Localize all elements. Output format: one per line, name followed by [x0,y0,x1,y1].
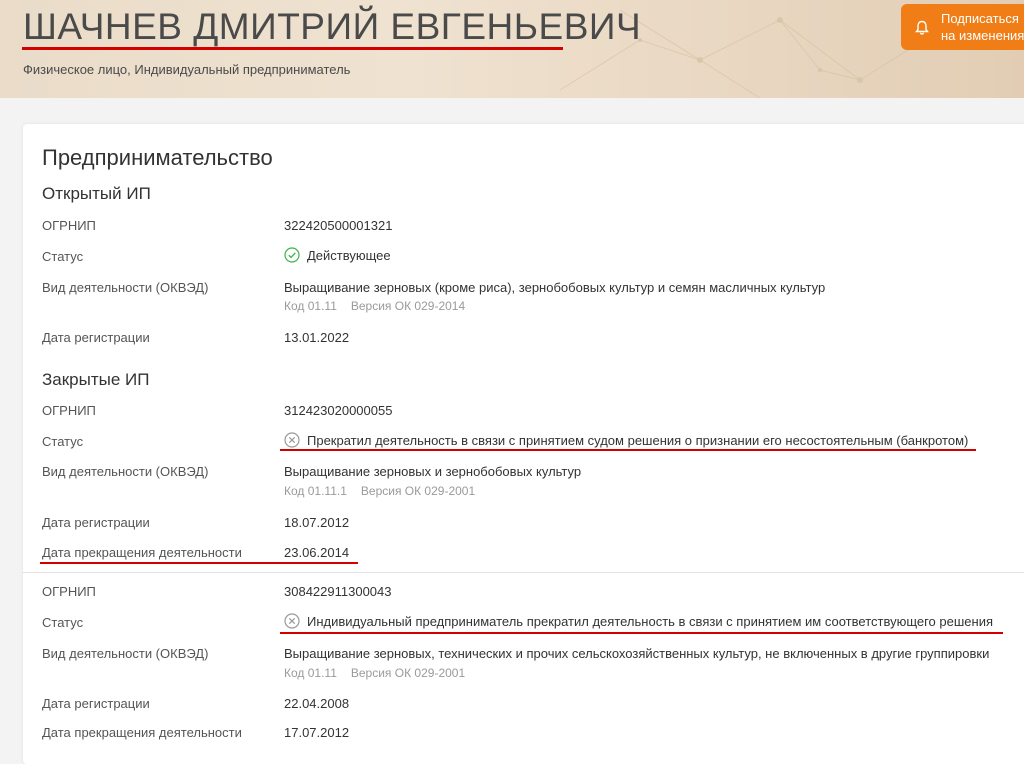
x-circle-icon [284,613,300,629]
person-name: ШАЧНЕВ ДМИТРИЙ ЕВГЕНЬЕВИЧ [23,6,642,47]
status-label: Статус [42,615,84,630]
status-value: Прекратил деятельность в связи с приняти… [284,432,968,448]
status-text: Действующее [307,247,391,263]
reg-date-label: Дата регистрации [42,696,150,711]
okved-meta: Код 01.11 Версия ОК 029-2001 [284,666,465,680]
okved-name: Выращивание зерновых (кроме риса), зерно… [284,280,826,295]
okved-code: Код 01.11.1 [284,484,347,498]
end-date-value: 23.06.2014 [284,545,350,560]
ogrnip-label: ОГРНИП [42,403,96,418]
okved-label: Вид деятельности (ОКВЭД) [42,464,209,479]
ogrnip-value: 312423020000055 [284,403,393,418]
ogrnip-label: ОГРНИП [42,218,96,233]
status-label: Статус [42,249,84,264]
status-value: Индивидуальный предприниматель прекратил… [284,613,993,629]
okved-version: Версия ОК 029-2001 [360,484,476,498]
reg-date-label: Дата регистрации [42,330,150,345]
check-circle-icon [284,247,300,263]
okved-name: Выращивание зерновых, технических и проч… [284,646,990,661]
reg-date-value: 13.01.2022 [284,330,350,345]
divider [23,572,1024,573]
status-text: Индивидуальный предприниматель прекратил… [307,613,993,629]
okved-label: Вид деятельности (ОКВЭД) [42,646,209,661]
okved-meta: Код 01.11 Версия ОК 029-2014 [284,299,465,313]
person-type: Физическое лицо, Индивидуальный предприн… [23,62,351,77]
okved-code: Код 01.11 [284,299,337,313]
ogrnip-value: 322420500001321 [284,218,393,233]
subscribe-button[interactable]: Подписаться на изменения [901,4,1024,50]
status-underline [280,449,976,451]
x-circle-icon [284,432,300,448]
okved-version: Версия ОК 029-2014 [350,299,466,313]
status-value: Действующее [284,247,391,263]
ogrnip-label: ОГРНИП [42,584,96,599]
reg-date-label: Дата регистрации [42,515,150,530]
page-header: ШАЧНЕВ ДМИТРИЙ ЕВГЕНЬЕВИЧ Физическое лиц… [0,0,1024,98]
subscribe-label-line1: Подписаться [941,11,1019,26]
reg-date-value: 22.04.2008 [284,696,350,711]
section-title: Предпринимательство [42,145,273,170]
reg-date-value: 18.07.2012 [284,515,350,530]
name-underline [22,47,563,50]
subscribe-label-line2: на изменения [941,28,1024,43]
okved-version: Версия ОК 029-2001 [350,666,466,680]
okved-code: Код 01.11 [284,666,337,680]
okved-label: Вид деятельности (ОКВЭД) [42,280,209,295]
end-date-underline [40,562,358,564]
status-underline [280,632,1003,634]
open-ip-title: Открытый ИП [42,184,151,203]
end-date-label: Дата прекращения деятельности [42,545,242,560]
ogrnip-value: 308422911300043 [284,584,392,599]
closed-ip-title: Закрытые ИП [42,370,150,389]
bell-icon [915,20,929,35]
status-text: Прекратил деятельность в связи с приняти… [307,432,969,448]
okved-name: Выращивание зерновых и зернобобовых куль… [284,464,582,479]
status-label: Статус [42,434,84,449]
okved-meta: Код 01.11.1 Версия ОК 029-2001 [284,484,475,498]
